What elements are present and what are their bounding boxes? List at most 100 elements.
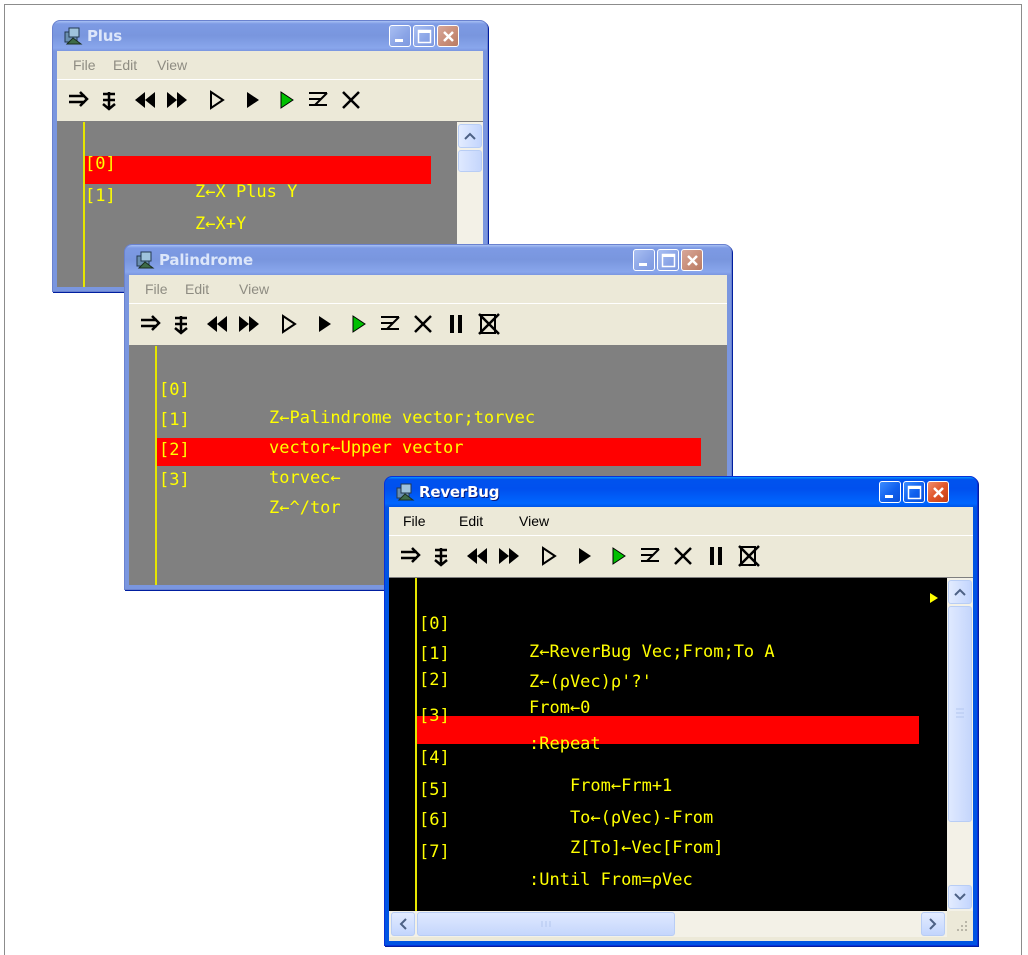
menu-view[interactable]: View: [157, 57, 187, 73]
code-line[interactable]: [3] Z←^/tor: [159, 438, 719, 518]
continue-icon[interactable]: [205, 88, 229, 112]
code-view[interactable]: [0] Z←ReverBug Vec;From;To A [1] Z←(⍴Vec…: [389, 577, 973, 911]
forward-skip-icon[interactable]: [237, 312, 261, 336]
line-text: Z←^/tor: [269, 498, 341, 518]
close-button[interactable]: [437, 25, 459, 47]
code-line[interactable]: [0] Z←Palindrome vector;torvec: [159, 348, 719, 428]
forward-skip-icon[interactable]: [497, 544, 521, 568]
scroll-down-button[interactable]: [948, 885, 972, 909]
plus-titlebar[interactable]: Plus: [53, 21, 487, 51]
backtrack-icon[interactable]: [133, 88, 157, 112]
app-icon: [136, 251, 154, 269]
maximize-button[interactable]: [413, 25, 435, 47]
app-icon: [64, 27, 82, 45]
scroll-up-button[interactable]: [948, 580, 972, 604]
gutter-line: [415, 578, 417, 911]
minimize-button[interactable]: [879, 481, 901, 503]
reverbug-client: File Edit View [0] Z←ReverBug Vec;From;T…: [389, 507, 973, 941]
backtrack-icon[interactable]: [205, 312, 229, 336]
code-line[interactable]: [0] Z←ReverBug Vec;From;To A: [419, 582, 939, 662]
vertical-scrollbar[interactable]: [947, 578, 973, 911]
scroll-left-button[interactable]: [391, 912, 415, 936]
debug-toolbar: [129, 303, 727, 344]
edit-icon[interactable]: [307, 88, 331, 112]
reverbug-titlebar[interactable]: ReverBug: [385, 477, 977, 507]
clear-stops-icon[interactable]: [737, 544, 761, 568]
line-text: torvec←: [269, 468, 341, 488]
restart-icon[interactable]: [275, 88, 299, 112]
code-line[interactable]: [4] From←Frm+1: [419, 716, 939, 796]
reverbug-window[interactable]: ReverBug File Edit View [0] Z←ReverBug V…: [384, 476, 978, 946]
palindrome-titlebar[interactable]: Palindrome: [125, 245, 731, 275]
code-line[interactable]: [2] torvec←: [159, 408, 719, 488]
line-number: [3]: [159, 470, 190, 490]
line-text: Z←X+Y: [195, 214, 247, 234]
menubar: File Edit View: [57, 51, 483, 79]
clear-stops-icon[interactable]: [477, 312, 501, 336]
maximize-button[interactable]: [657, 249, 679, 271]
quit-icon[interactable]: [339, 88, 363, 112]
maximize-button[interactable]: [903, 481, 925, 503]
debug-toolbar: [389, 535, 973, 576]
continue-icon[interactable]: [537, 544, 561, 568]
execute-line-icon[interactable]: [399, 544, 423, 568]
window-title: ReverBug: [419, 483, 500, 501]
app-icon: [396, 483, 414, 501]
menu-view[interactable]: View: [519, 513, 549, 529]
restart-icon[interactable]: [347, 312, 371, 336]
menu-view[interactable]: View: [239, 281, 269, 297]
edit-icon[interactable]: [379, 312, 403, 336]
scroll-right-button[interactable]: [921, 912, 945, 936]
menu-file[interactable]: File: [403, 513, 426, 529]
close-button[interactable]: [927, 481, 949, 503]
code-line[interactable]: [1] Z←X+Y: [85, 154, 465, 234]
horizontal-scrollbar[interactable]: [389, 911, 947, 937]
horizontal-scroll-thumb[interactable]: [417, 912, 675, 936]
execute-line-icon[interactable]: [67, 88, 91, 112]
line-text: Z[To]←Vec[From]: [529, 838, 724, 858]
run-icon[interactable]: [573, 544, 597, 568]
code-line[interactable]: [5] To←(⍴Vec)-From: [419, 748, 939, 828]
restart-icon[interactable]: [607, 544, 631, 568]
code-line[interactable]: [7] :Until From=⍴Vec: [419, 810, 939, 890]
menubar: File Edit View: [129, 275, 727, 303]
menu-edit[interactable]: Edit: [185, 281, 209, 297]
minimize-button[interactable]: [389, 25, 411, 47]
window-title: Plus: [87, 27, 122, 45]
continue-icon[interactable]: [277, 312, 301, 336]
resize-grip-icon[interactable]: [947, 911, 973, 937]
menu-file[interactable]: File: [145, 281, 168, 297]
menu-edit[interactable]: Edit: [113, 57, 137, 73]
edit-icon[interactable]: [639, 544, 663, 568]
code-line[interactable]: [3] :Repeat: [419, 674, 939, 754]
quit-icon[interactable]: [671, 544, 695, 568]
code-line[interactable]: [1] Z←(⍴Vec)⍴'?': [419, 612, 939, 692]
interrupt-icon[interactable]: [445, 312, 469, 336]
code-line[interactable]: [0] Z←X Plus Y: [85, 122, 465, 202]
forward-skip-icon[interactable]: [165, 88, 189, 112]
scroll-thumb[interactable]: [948, 606, 972, 822]
line-text: :Until From=⍴Vec: [529, 870, 693, 890]
scroll-up-button[interactable]: [458, 124, 482, 148]
close-button[interactable]: [681, 249, 703, 271]
run-icon[interactable]: [241, 88, 265, 112]
scroll-thumb[interactable]: [458, 150, 482, 172]
interrupt-icon[interactable]: [705, 544, 729, 568]
run-icon[interactable]: [313, 312, 337, 336]
trace-into-icon[interactable]: [171, 312, 195, 336]
minimize-button[interactable]: [633, 249, 655, 271]
quit-icon[interactable]: [411, 312, 435, 336]
menu-edit[interactable]: Edit: [459, 513, 483, 529]
execute-line-icon[interactable]: [139, 312, 163, 336]
trace-into-icon[interactable]: [99, 88, 123, 112]
code-line[interactable]: [1] vector←Upper vector: [159, 378, 719, 458]
window-title: Palindrome: [159, 251, 253, 269]
debug-toolbar: [57, 79, 483, 120]
trace-into-icon[interactable]: [431, 544, 455, 568]
menu-file[interactable]: File: [73, 57, 96, 73]
code-line[interactable]: [2] From←0: [419, 638, 939, 718]
code-line[interactable]: [6] Z[To]←Vec[From]: [419, 778, 939, 858]
line-text: Z←X Plus Y: [195, 182, 298, 202]
line-number: [7]: [419, 842, 450, 862]
backtrack-icon[interactable]: [465, 544, 489, 568]
